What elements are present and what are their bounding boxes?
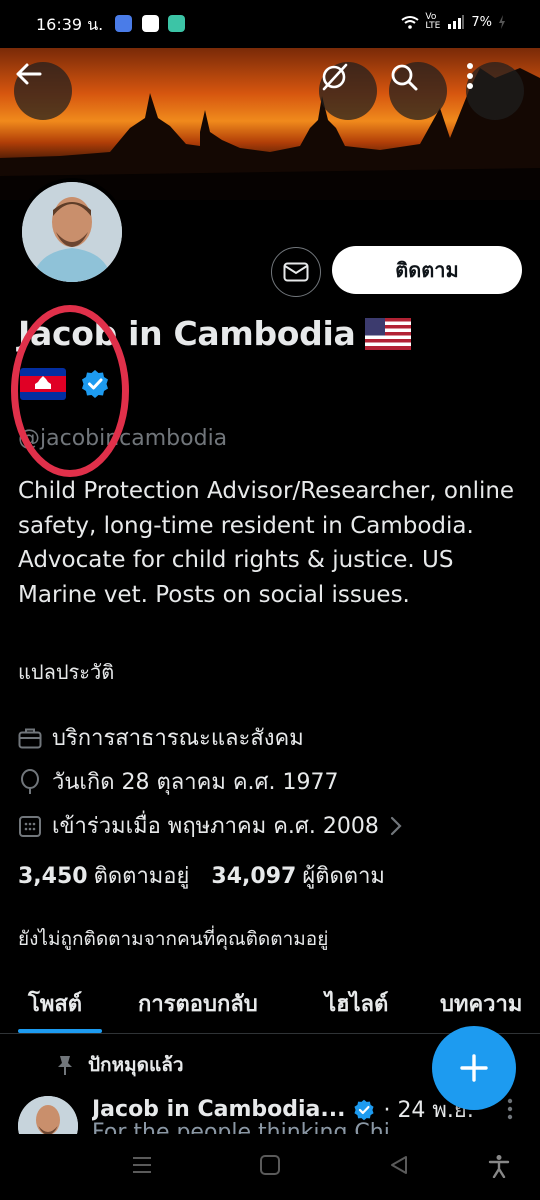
profile-avatar[interactable] <box>18 178 126 286</box>
temple-silhouette <box>0 68 540 200</box>
grok-button[interactable] <box>319 62 377 120</box>
profile-joined[interactable]: เข้าร่วมเมื่อ พฤษภาคม ค.ศ. 2008 <box>18 808 403 843</box>
profile-badges <box>20 368 110 400</box>
profile-handle: @jacobincambodia <box>18 426 228 451</box>
briefcase-icon <box>18 728 42 748</box>
arrow-left-icon <box>16 63 42 85</box>
chevron-right-icon <box>390 816 402 835</box>
post-text-preview: For the people thinking Chi... <box>92 1122 512 1134</box>
calendar-icon <box>19 815 41 837</box>
followers-count: 34,097 <box>211 864 297 889</box>
profile-bio: Child Protection Advisor/Researcher, onl… <box>18 478 515 608</box>
system-navigation-bar <box>0 1134 540 1200</box>
joined-text: เข้าร่วมเมื่อ พฤษภาคม ค.ศ. 2008 <box>52 814 379 839</box>
back-button[interactable] <box>14 62 72 120</box>
volte-label: Vo LTE <box>425 12 441 31</box>
followers-stat[interactable]: 34,097 ผู้ติดตาม <box>211 858 385 893</box>
verified-badge-icon <box>354 1099 374 1120</box>
profile-tabs: โพสต์ การตอบกลับ ไฮไลต์ บทความ <box>0 972 540 1034</box>
profile-name: Jacob in Cambodia <box>18 314 356 353</box>
message-button[interactable] <box>271 247 321 297</box>
following-stat[interactable]: 3,450 ติดตามอยู่ <box>18 858 189 893</box>
verified-badge-icon[interactable] <box>80 369 110 399</box>
pin-icon <box>58 1056 72 1075</box>
not-followed-note: ยังไม่ถูกติดตามจากคนที่คุณติดตามอยู่ <box>18 928 329 950</box>
following-count: 3,450 <box>18 864 88 889</box>
battery-charging-icon <box>499 15 505 29</box>
status-time: 16:39 น. <box>36 15 104 34</box>
app-notification-icon <box>168 15 185 32</box>
profile-name-row: Jacob in Cambodia <box>18 314 412 353</box>
pinned-indicator: ปักหมุดแล้ว <box>56 1050 184 1080</box>
tab-highlights[interactable]: ไฮไลต์ <box>325 986 388 1021</box>
compose-post-button[interactable] <box>432 1026 516 1110</box>
follow-button[interactable]: ติดตาม <box>332 246 522 294</box>
avatar-portrait <box>22 182 122 282</box>
messenger-app-icon <box>115 15 132 32</box>
birthday-text: วันเกิด 28 ตุลาคม ค.ศ. 1977 <box>52 770 339 795</box>
translate-bio-link[interactable]: แปลประวัติ <box>18 656 114 688</box>
more-options-button[interactable] <box>466 62 524 120</box>
signal-icon <box>448 15 465 29</box>
home-icon[interactable] <box>259 1154 281 1176</box>
post-more-icon[interactable] <box>507 1098 513 1120</box>
balloon-icon <box>21 768 39 794</box>
tab-replies[interactable]: การตอบกลับ <box>138 986 258 1021</box>
search-icon <box>391 64 418 91</box>
mail-icon <box>283 262 309 282</box>
profile-birthday: วันเกิด 28 ตุลาคม ค.ศ. 1977 <box>18 764 338 799</box>
accessibility-icon[interactable] <box>488 1154 510 1178</box>
facebook-app-icon <box>142 15 159 32</box>
grok-slash-icon <box>322 63 348 91</box>
cambodia-flag-emoji <box>20 368 66 400</box>
recent-apps-icon[interactable] <box>131 1154 153 1176</box>
tab-posts[interactable]: โพสต์ <box>28 986 82 1021</box>
follow-stats: 3,450 ติดตามอยู่ 34,097 ผู้ติดตาม <box>18 858 385 893</box>
us-flag-emoji <box>365 317 412 350</box>
post-author[interactable]: Jacob in Cambodia... <box>92 1097 345 1122</box>
battery-level: 7% <box>471 14 492 30</box>
tab-articles[interactable]: บทความ <box>440 986 522 1021</box>
category-text: บริการสาธารณะและสังคม <box>52 726 304 751</box>
active-tab-indicator <box>18 1029 102 1033</box>
status-indicators: Vo LTE 7% <box>401 13 506 31</box>
more-vertical-icon <box>467 63 473 89</box>
post-text: For the people thinking Chi... <box>92 1122 411 1134</box>
following-label: ติดตามอยู่ <box>93 864 190 889</box>
followers-label: ผู้ติดตาม <box>302 864 385 889</box>
wifi-icon <box>401 16 419 29</box>
profile-banner <box>0 48 540 200</box>
pinned-label: ปักหมุดแล้ว <box>88 1054 184 1076</box>
plus-icon <box>460 1054 488 1082</box>
search-button[interactable] <box>389 62 447 120</box>
status-bar: 16:39 น. Vo LTE 7% <box>0 0 540 48</box>
profile-category: บริการสาธารณะและสังคม <box>18 720 304 755</box>
back-nav-icon[interactable] <box>388 1154 410 1176</box>
